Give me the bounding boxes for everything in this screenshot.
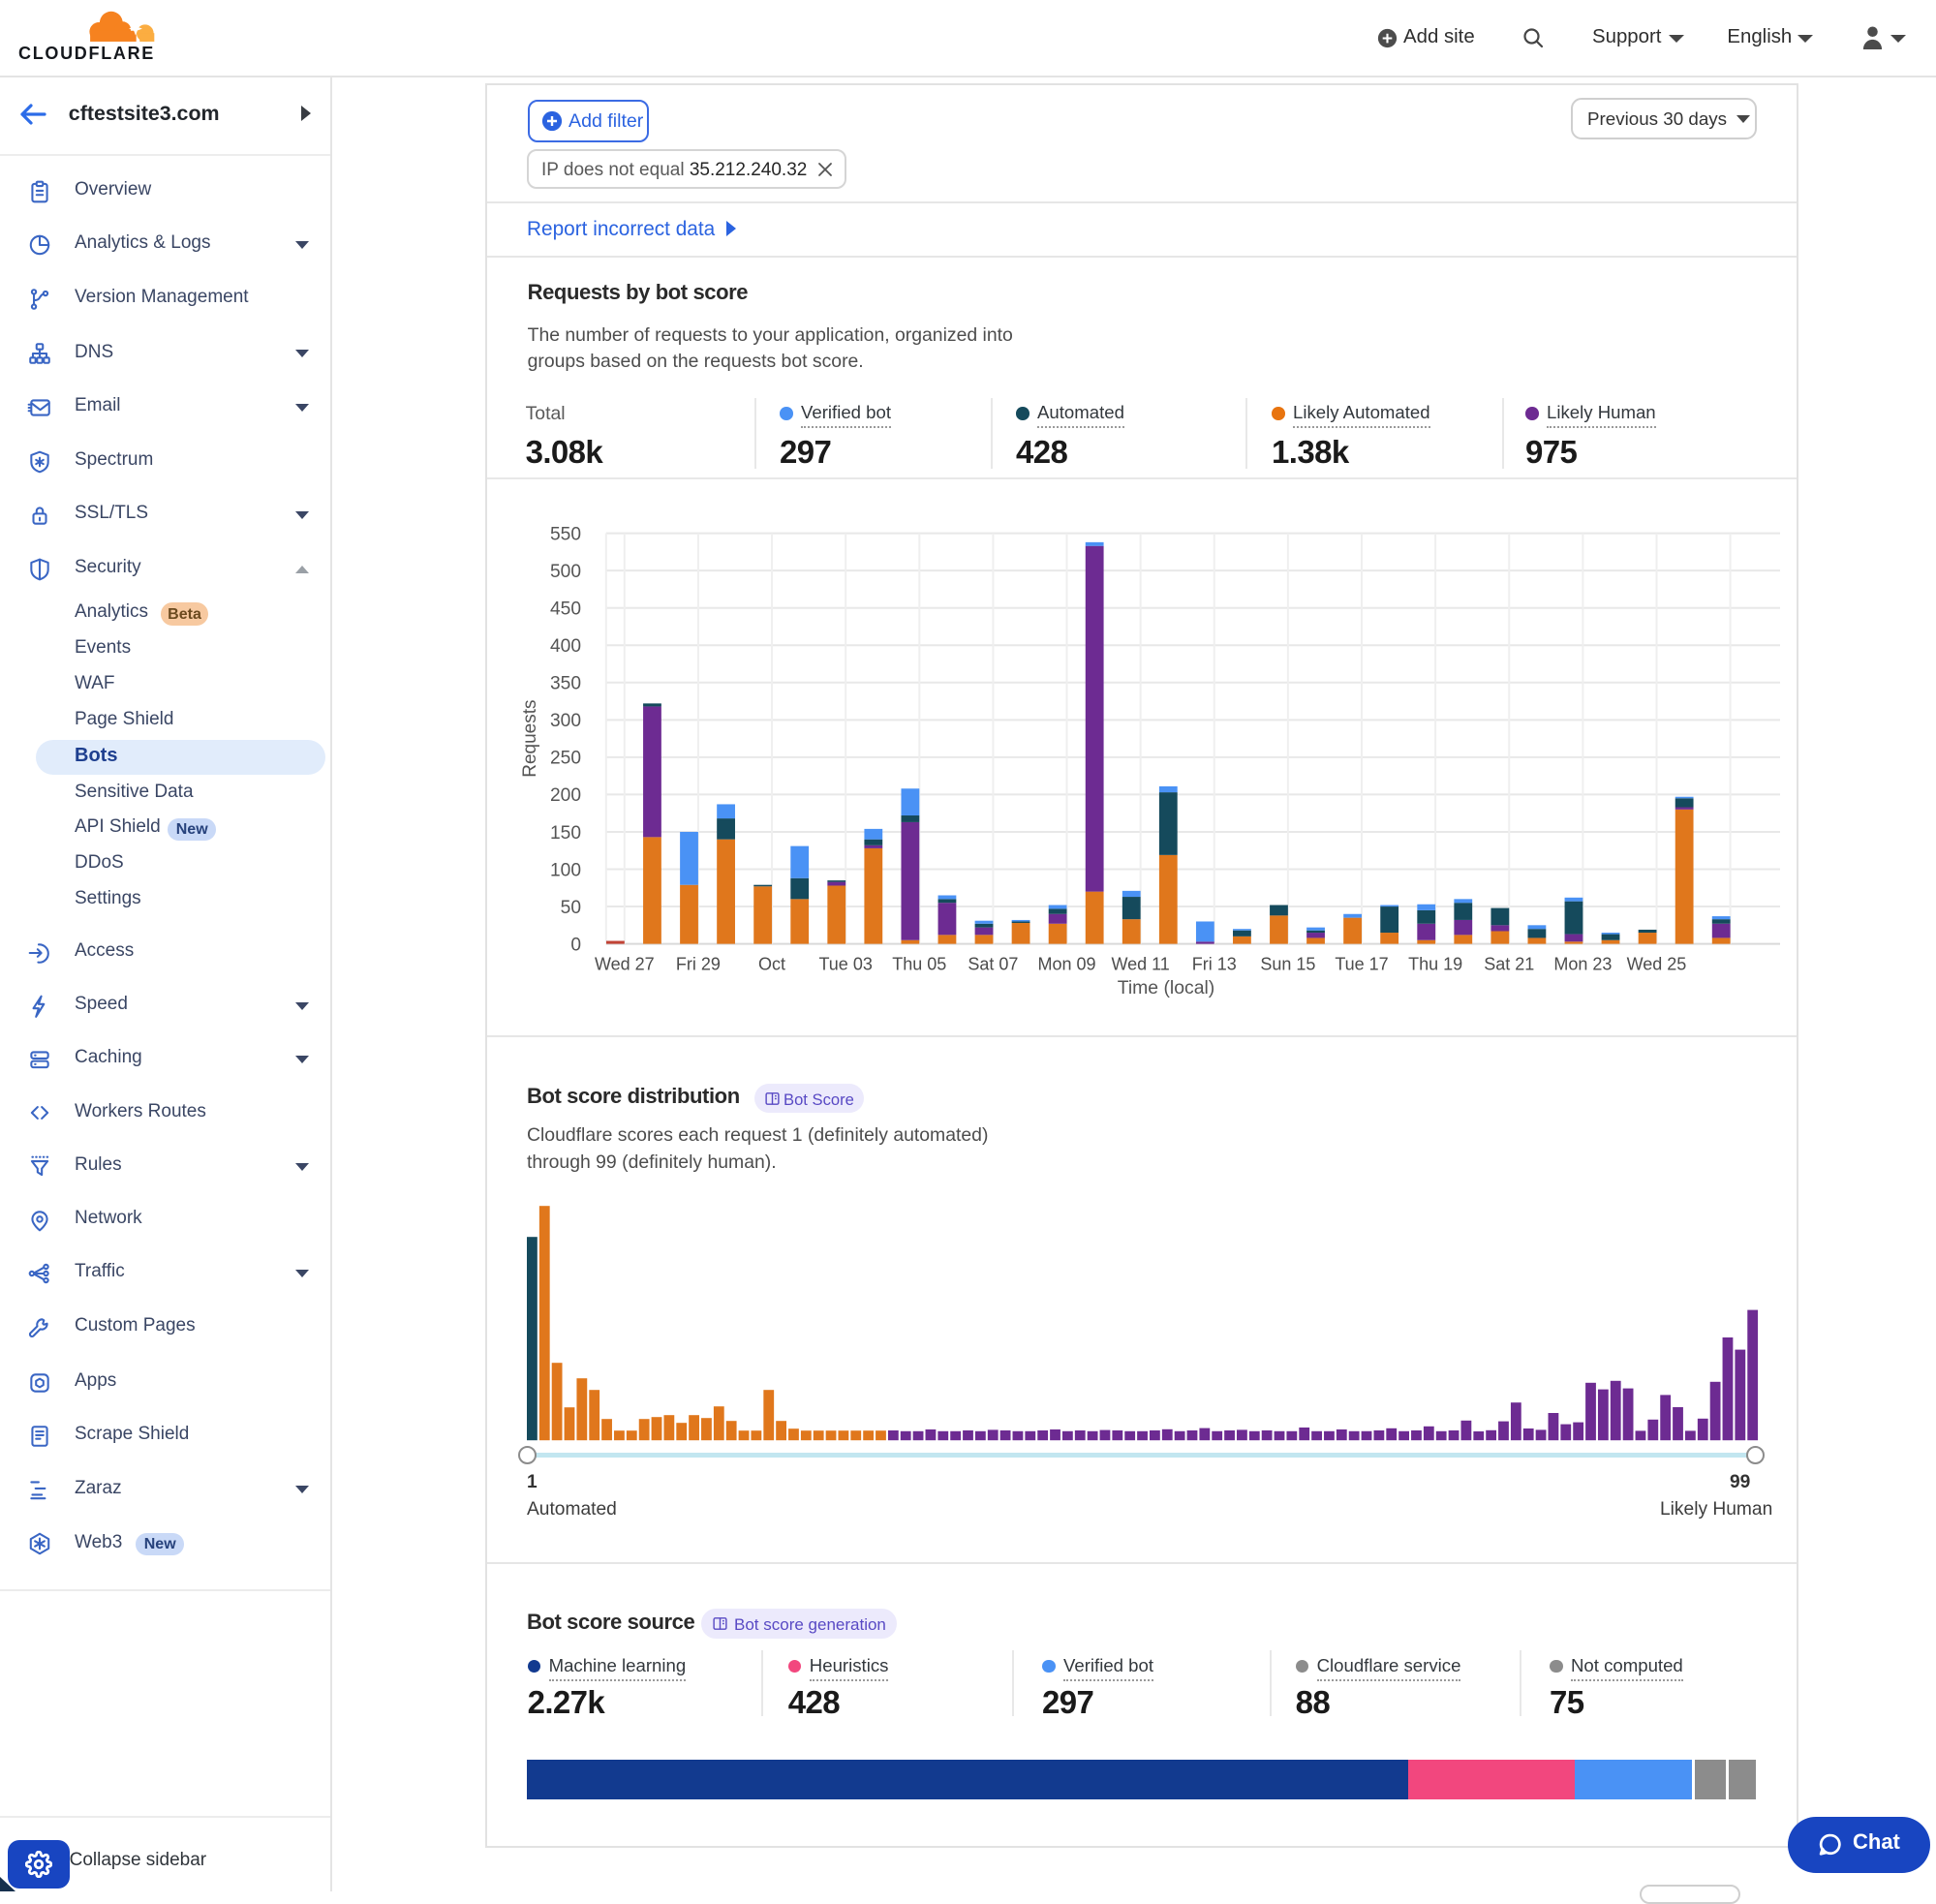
- svg-text:Time (local): Time (local): [1118, 977, 1215, 998]
- svg-text:Requests: Requests: [520, 699, 540, 777]
- svg-text:350: 350: [550, 674, 581, 694]
- svg-text:Tue 17: Tue 17: [1335, 955, 1388, 974]
- svg-text:550: 550: [550, 524, 581, 544]
- svg-text:300: 300: [550, 711, 581, 731]
- svg-text:Fri 29: Fri 29: [676, 955, 721, 974]
- svg-text:500: 500: [550, 562, 581, 582]
- svg-text:Wed 11: Wed 11: [1111, 955, 1169, 974]
- svg-text:Tue 03: Tue 03: [818, 955, 872, 974]
- svg-text:50: 50: [561, 898, 581, 918]
- svg-text:Sun 15: Sun 15: [1260, 955, 1315, 974]
- svg-text:Thu 05: Thu 05: [892, 955, 946, 974]
- svg-text:100: 100: [550, 860, 581, 880]
- svg-text:Mon 09: Mon 09: [1037, 955, 1095, 974]
- svg-text:Wed 25: Wed 25: [1627, 955, 1687, 974]
- svg-text:Sat 21: Sat 21: [1484, 955, 1534, 974]
- svg-text:Mon 23: Mon 23: [1553, 955, 1612, 974]
- svg-text:Sat 07: Sat 07: [968, 955, 1018, 974]
- svg-text:Thu 19: Thu 19: [1408, 955, 1462, 974]
- svg-text:Oct: Oct: [758, 955, 785, 974]
- svg-text:Fri 13: Fri 13: [1192, 955, 1237, 974]
- svg-text:400: 400: [550, 636, 581, 657]
- svg-text:Wed 27: Wed 27: [595, 955, 655, 974]
- svg-text:450: 450: [550, 599, 581, 620]
- svg-text:200: 200: [550, 785, 581, 806]
- svg-text:150: 150: [550, 823, 581, 844]
- svg-text:0: 0: [570, 935, 581, 955]
- svg-text:250: 250: [550, 749, 581, 769]
